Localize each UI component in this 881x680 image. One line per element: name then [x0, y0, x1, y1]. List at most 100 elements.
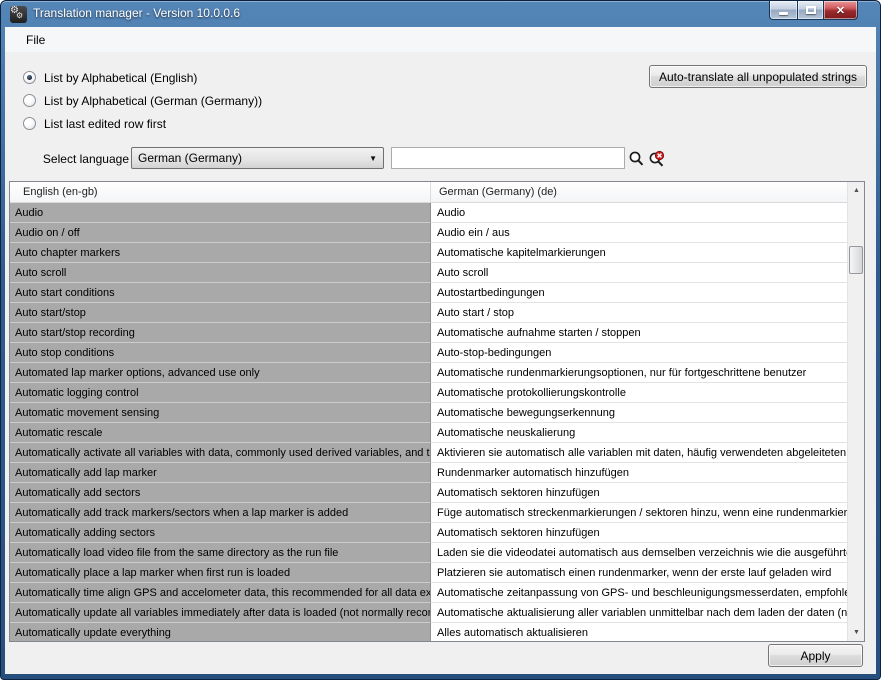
table-row: Automatic movement sensing Automatische …	[10, 403, 847, 423]
table-row: Automatically add sectors Automatisch se…	[10, 483, 847, 503]
table-cell-english[interactable]: Automated lap marker options, advanced u…	[10, 363, 431, 383]
triangle-up-icon: ▲	[853, 187, 860, 194]
table-cell-english[interactable]: Auto scroll	[10, 263, 431, 283]
table-row: Automatically load video file from the s…	[10, 543, 847, 563]
titlebar[interactable]: ⚙ ⚙ Translation manager - Version 10.0.0…	[1, 1, 880, 27]
table-cell-german[interactable]: Automatisch sektoren hinzufügen	[431, 523, 847, 543]
gears-icon: ⚙ ⚙	[10, 6, 27, 23]
table-cell-english[interactable]: Automatically time align GPS and accelom…	[10, 583, 431, 603]
table-cell-english[interactable]: Auto start conditions	[10, 283, 431, 303]
search-clear-icon	[648, 150, 666, 168]
scroll-down-button[interactable]: ▼	[848, 624, 865, 641]
table-cell-english[interactable]: Automatically add track markers/sectors …	[10, 503, 431, 523]
search-input[interactable]	[391, 147, 625, 169]
table-row: Auto stop conditions Auto-stop-bedingung…	[10, 343, 847, 363]
table-cell-german[interactable]: Füge automatisch streckenmarkierungen / …	[431, 503, 847, 523]
table-cell-english[interactable]: Automatically update all variables immed…	[10, 603, 431, 623]
table-row: Automatically update all variables immed…	[10, 603, 847, 623]
table-cell-german[interactable]: Auto start / stop	[431, 303, 847, 323]
table-cell-english[interactable]: Auto chapter markers	[10, 243, 431, 263]
table-cell-german[interactable]: Rundenmarker automatisch hinzufügen	[431, 463, 847, 483]
apply-button[interactable]: Apply	[768, 644, 863, 667]
column-header-english[interactable]: English (en-gb)	[10, 182, 431, 202]
menubar: File	[5, 27, 876, 52]
table-row: Auto start conditions Autostartbedingung…	[10, 283, 847, 303]
scrollbar-thumb[interactable]	[849, 246, 863, 274]
table-cell-english[interactable]: Auto stop conditions	[10, 343, 431, 363]
search-icon	[627, 150, 645, 168]
table-cell-german[interactable]: Platzieren sie automatisch einen rundenm…	[431, 563, 847, 583]
vertical-scrollbar[interactable]: ▲ ▼	[847, 182, 864, 641]
table-cell-english[interactable]: Automatically place a lap marker when fi…	[10, 563, 431, 583]
maximize-button[interactable]	[797, 1, 824, 20]
table-row: Auto chapter markers Automatische kapite…	[10, 243, 847, 263]
triangle-down-icon: ▼	[853, 629, 860, 636]
table-cell-english[interactable]: Automatically update everything	[10, 623, 431, 641]
table-cell-english[interactable]: Automatically load video file from the s…	[10, 543, 431, 563]
radio-label: List by Alphabetical (German (Germany))	[44, 94, 262, 108]
table-header: English (en-gb) German (Germany) (de)	[10, 182, 864, 203]
clear-search-button[interactable]	[648, 150, 666, 168]
translations-table: English (en-gb) German (Germany) (de) Au…	[9, 181, 865, 642]
table-cell-german[interactable]: Audio ein / aus	[431, 223, 847, 243]
radio-option-alphabetical-english[interactable]: List by Alphabetical (English)	[23, 70, 197, 85]
table-cell-english[interactable]: Automatic logging control	[10, 383, 431, 403]
table-row: Audio Audio	[10, 203, 847, 223]
table-row: Automatically adding sectors Automatisch…	[10, 523, 847, 543]
radio-option-alphabetical-german[interactable]: List by Alphabetical (German (Germany))	[23, 93, 262, 108]
table-cell-english[interactable]: Automatic movement sensing	[10, 403, 431, 423]
radio-label: List by Alphabetical (English)	[44, 71, 197, 85]
table-row: Auto start/stop Auto start / stop	[10, 303, 847, 323]
table-cell-german[interactable]: Audio	[431, 203, 847, 223]
table-cell-english[interactable]: Automatically activate all variables wit…	[10, 443, 431, 463]
language-select[interactable]: German (Germany) ▼	[131, 147, 384, 169]
table-cell-english[interactable]: Auto start/stop recording	[10, 323, 431, 343]
table-cell-english[interactable]: Audio on / off	[10, 223, 431, 243]
table-cell-german[interactable]: Automatische protokollierungskontrolle	[431, 383, 847, 403]
maximize-icon	[806, 6, 816, 14]
minimize-button[interactable]	[769, 1, 797, 20]
scroll-up-button[interactable]: ▲	[848, 182, 865, 199]
table-cell-english[interactable]: Audio	[10, 203, 431, 223]
window: ⚙ ⚙ Translation manager - Version 10.0.0…	[0, 0, 881, 680]
radio-icon	[23, 117, 36, 130]
table-cell-german[interactable]: Automatische rundenmarkierungsoptionen, …	[431, 363, 847, 383]
table-cell-german[interactable]: Auto-stop-bedingungen	[431, 343, 847, 363]
table-row: Automated lap marker options, advanced u…	[10, 363, 847, 383]
close-button[interactable]: ✕	[824, 1, 858, 20]
auto-translate-button[interactable]: Auto-translate all unpopulated strings	[649, 65, 867, 88]
table-cell-english[interactable]: Automatically add sectors	[10, 483, 431, 503]
table-row: Audio on / off Audio ein / aus	[10, 223, 847, 243]
table-cell-german[interactable]: Laden sie die videodatei automatisch aus…	[431, 543, 847, 563]
table-row: Automatic rescale Automatische neuskalie…	[10, 423, 847, 443]
column-header-german[interactable]: German (Germany) (de)	[431, 182, 847, 202]
table-cell-german[interactable]: Alles automatisch aktualisieren	[431, 623, 847, 641]
menu-item-file[interactable]: File	[19, 31, 52, 49]
table-row: Auto scroll Auto scroll	[10, 263, 847, 283]
table-cell-english[interactable]: Auto start/stop	[10, 303, 431, 323]
table-cell-german[interactable]: Automatisch sektoren hinzufügen	[431, 483, 847, 503]
chevron-down-icon: ▼	[369, 154, 377, 163]
table-cell-german[interactable]: Automatische neuskalierung	[431, 423, 847, 443]
table-row: Automatically place a lap marker when fi…	[10, 563, 847, 583]
language-select-value: German (Germany)	[138, 151, 369, 165]
radio-icon	[23, 94, 36, 107]
window-controls: ✕	[769, 1, 858, 20]
search-button[interactable]	[627, 150, 645, 168]
table-cell-english[interactable]: Automatically adding sectors	[10, 523, 431, 543]
select-language-label: Select language	[39, 152, 129, 166]
table-cell-german[interactable]: Auto scroll	[431, 263, 847, 283]
table-cell-german[interactable]: Automatische zeitanpassung von GPS- und …	[431, 583, 847, 603]
close-icon: ✕	[836, 4, 845, 17]
radio-option-last-edited-first[interactable]: List last edited row first	[23, 116, 166, 131]
table-cell-german[interactable]: Automatische aufnahme starten / stoppen	[431, 323, 847, 343]
table-cell-english[interactable]: Automatic rescale	[10, 423, 431, 443]
table-cell-german[interactable]: Automatische kapitelmarkierungen	[431, 243, 847, 263]
table-row: Automatically update everything Alles au…	[10, 623, 847, 641]
table-cell-english[interactable]: Automatically add lap marker	[10, 463, 431, 483]
table-cell-german[interactable]: Automatische bewegungserkennung	[431, 403, 847, 423]
table-cell-german[interactable]: Aktivieren sie automatisch alle variable…	[431, 443, 847, 463]
table-cell-german[interactable]: Automatische aktualisierung aller variab…	[431, 603, 847, 623]
table-cell-german[interactable]: Autostartbedingungen	[431, 283, 847, 303]
table-row: Automatic logging control Automatische p…	[10, 383, 847, 403]
